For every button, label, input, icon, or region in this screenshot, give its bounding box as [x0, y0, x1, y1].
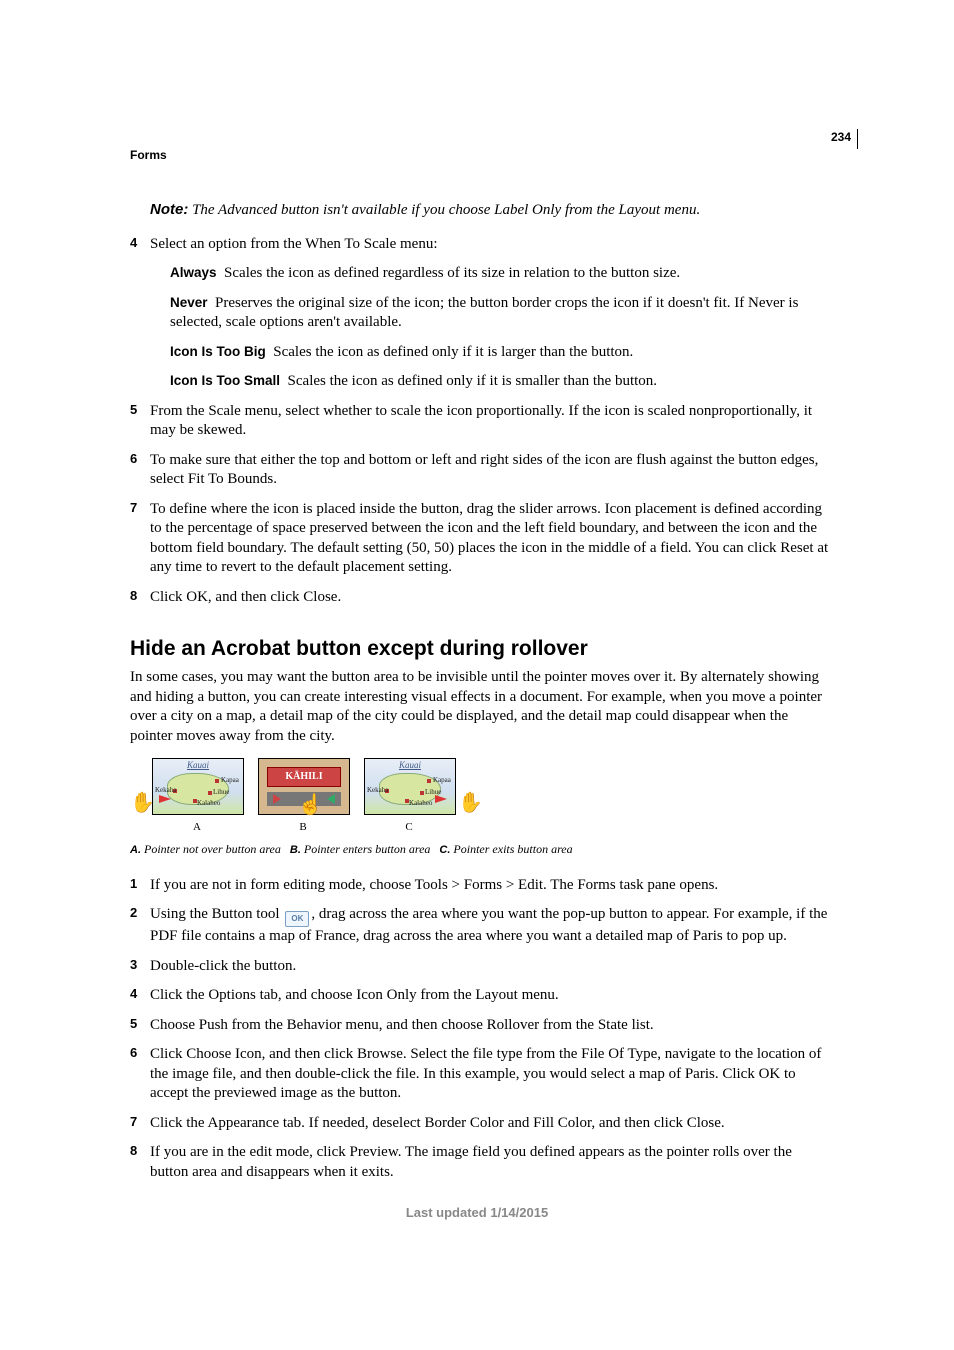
button-tool-icon: OK: [285, 911, 309, 927]
fig-cap-b: B: [258, 820, 348, 834]
opt-always: Always Scales the icon as defined regard…: [170, 264, 830, 284]
breadcrumb: Forms: [130, 148, 167, 162]
opt-always-label: Always: [170, 265, 217, 280]
fig-c-kalaheo: Kalaheo: [409, 799, 432, 808]
step-6: 6 To make sure that either the top and b…: [130, 451, 830, 490]
step5-text: From the Scale menu, select whether to s…: [150, 403, 812, 439]
h8-text: If you are in the edit mode, click Previ…: [150, 1144, 792, 1180]
arrow-right-icon: [435, 795, 447, 803]
opt-never: Never Preserves the original size of the…: [170, 294, 830, 333]
h-step-4: 4 Click the Options tab, and choose Icon…: [130, 986, 830, 1006]
h7-text: Click the Appearance tab. If needed, des…: [150, 1115, 725, 1131]
cap-c-text: Pointer exits button area: [453, 842, 572, 856]
hide-steps: 1 If you are not in form editing mode, c…: [130, 876, 830, 1183]
cap-a-text: Pointer not over button area: [144, 842, 281, 856]
fig-c-kekaha: Kekaha: [367, 786, 388, 795]
figure-caption: A. Pointer not over button area B. Point…: [130, 842, 830, 858]
h5-num: 5: [130, 1016, 137, 1033]
fig-b-banner: KĀHILI: [267, 767, 341, 787]
step7-num: 7: [130, 500, 137, 517]
h7-num: 7: [130, 1114, 137, 1131]
header-rule: [857, 129, 858, 149]
h-step-5: 5 Choose Push from the Behavior menu, an…: [130, 1016, 830, 1036]
opt-too-big-label: Icon Is Too Big: [170, 344, 266, 359]
fig-a-kekaha: Kekaha: [155, 786, 176, 795]
cap-b-text: Pointer enters button area: [304, 842, 431, 856]
point-cursor-icon: ☝️: [298, 792, 323, 818]
cap-c-label: C.: [439, 844, 450, 856]
map-dot-icon: [208, 791, 212, 795]
opt-too-small-label: Icon Is Too Small: [170, 373, 280, 388]
map-dot-icon: [427, 779, 431, 783]
map-dot-icon: [215, 779, 219, 783]
fig-a-kapaa: Kapaa: [221, 776, 239, 785]
grab-cursor-icon: ✋: [130, 790, 155, 816]
step-8: 8 Click OK, and then click Close.: [130, 588, 830, 608]
h8-num: 8: [130, 1143, 137, 1160]
fig-a-kalaheo: Kalaheo: [197, 799, 220, 808]
arrow-right-green-icon: [327, 794, 335, 804]
step8-num: 8: [130, 588, 137, 605]
opt-too-big-text: Scales the icon as defined only if it is…: [273, 344, 633, 360]
step7-text: To define where the icon is placed insid…: [150, 501, 828, 576]
h4-text: Click the Options tab, and choose Icon O…: [150, 987, 559, 1003]
step-4: 4 Select an option from the When To Scal…: [130, 235, 830, 392]
fig-a-title: Kauai: [153, 760, 243, 772]
scale-steps: 4 Select an option from the When To Scal…: [130, 235, 830, 608]
section-heading: Hide an Acrobat button except during rol…: [130, 635, 830, 662]
footer-updated: Last updated 1/14/2015: [0, 1205, 954, 1220]
h5-text: Choose Push from the Behavior menu, and …: [150, 1017, 654, 1033]
step-7: 7 To define where the icon is placed ins…: [130, 500, 830, 578]
arrow-right-icon: [159, 795, 171, 803]
note-label: Note:: [150, 201, 188, 218]
h6-num: 6: [130, 1045, 137, 1062]
h3-text: Double-click the button.: [150, 958, 296, 974]
grab-cursor-icon: ✋: [458, 790, 483, 816]
arrow-left-icon: [273, 794, 281, 804]
h-step-8: 8 If you are in the edit mode, click Pre…: [130, 1143, 830, 1182]
h1-num: 1: [130, 876, 137, 893]
opt-never-label: Never: [170, 295, 208, 310]
step4-num: 4: [130, 235, 137, 252]
fig-cap-a: A: [152, 820, 242, 834]
opt-too-small-text: Scales the icon as defined only if it is…: [288, 373, 658, 389]
opt-too-small: Icon Is Too Small Scales the icon as def…: [170, 372, 830, 392]
step6-text: To make sure that either the top and bot…: [150, 452, 818, 488]
step4-text: Select an option from the When To Scale …: [150, 236, 438, 252]
h2-pre: Using the Button tool: [150, 906, 283, 922]
fig-thumb-c: Kauai Kapaa Kekaha Lihue Kalaheo: [364, 758, 456, 815]
h-step-7: 7 Click the Appearance tab. If needed, d…: [130, 1114, 830, 1134]
h1-text: If you are not in form editing mode, cho…: [150, 877, 718, 893]
note-text: The Advanced button isn't available if y…: [188, 202, 700, 218]
cap-b-label: B.: [290, 844, 301, 856]
h3-num: 3: [130, 957, 137, 974]
fig-c-kapaa: Kapaa: [433, 776, 451, 785]
fig-thumb-a: Kauai Kapaa Kekaha Lihue Kalaheo: [152, 758, 244, 815]
h-step-1: 1 If you are not in form editing mode, c…: [130, 876, 830, 896]
h6-text: Click Choose Icon, and then click Browse…: [150, 1046, 821, 1101]
fig-cap-c: C: [364, 820, 454, 834]
step8-text: Click OK, and then click Close.: [150, 589, 341, 605]
h-step-6: 6 Click Choose Icon, and then click Brow…: [130, 1045, 830, 1104]
map-dot-icon: [420, 791, 424, 795]
h-step-3: 3 Double-click the button.: [130, 957, 830, 977]
step6-num: 6: [130, 451, 137, 468]
h2-num: 2: [130, 905, 137, 922]
h4-num: 4: [130, 986, 137, 1003]
content-body: Note: The Advanced button isn't availabl…: [130, 200, 830, 1192]
opt-never-text: Preserves the original size of the icon;…: [170, 295, 798, 331]
fig-a-lihue: Lihue: [213, 788, 229, 797]
fig-c-title: Kauai: [365, 760, 455, 772]
opt-too-big: Icon Is Too Big Scales the icon as defin…: [170, 343, 830, 363]
section-intro: In some cases, you may want the button a…: [130, 668, 830, 746]
step-5: 5 From the Scale menu, select whether to…: [130, 402, 830, 441]
opt-always-text: Scales the icon as defined regardless of…: [224, 265, 680, 281]
page-number: 234: [831, 130, 851, 144]
cap-a-label: A.: [130, 844, 141, 856]
rollover-figure: Kauai Kapaa Kekaha Lihue Kalaheo ✋ A KĀH…: [130, 758, 830, 838]
note: Note: The Advanced button isn't availabl…: [150, 200, 830, 221]
step5-num: 5: [130, 402, 137, 419]
h-step-2: 2 Using the Button tool OK, drag across …: [130, 905, 830, 947]
